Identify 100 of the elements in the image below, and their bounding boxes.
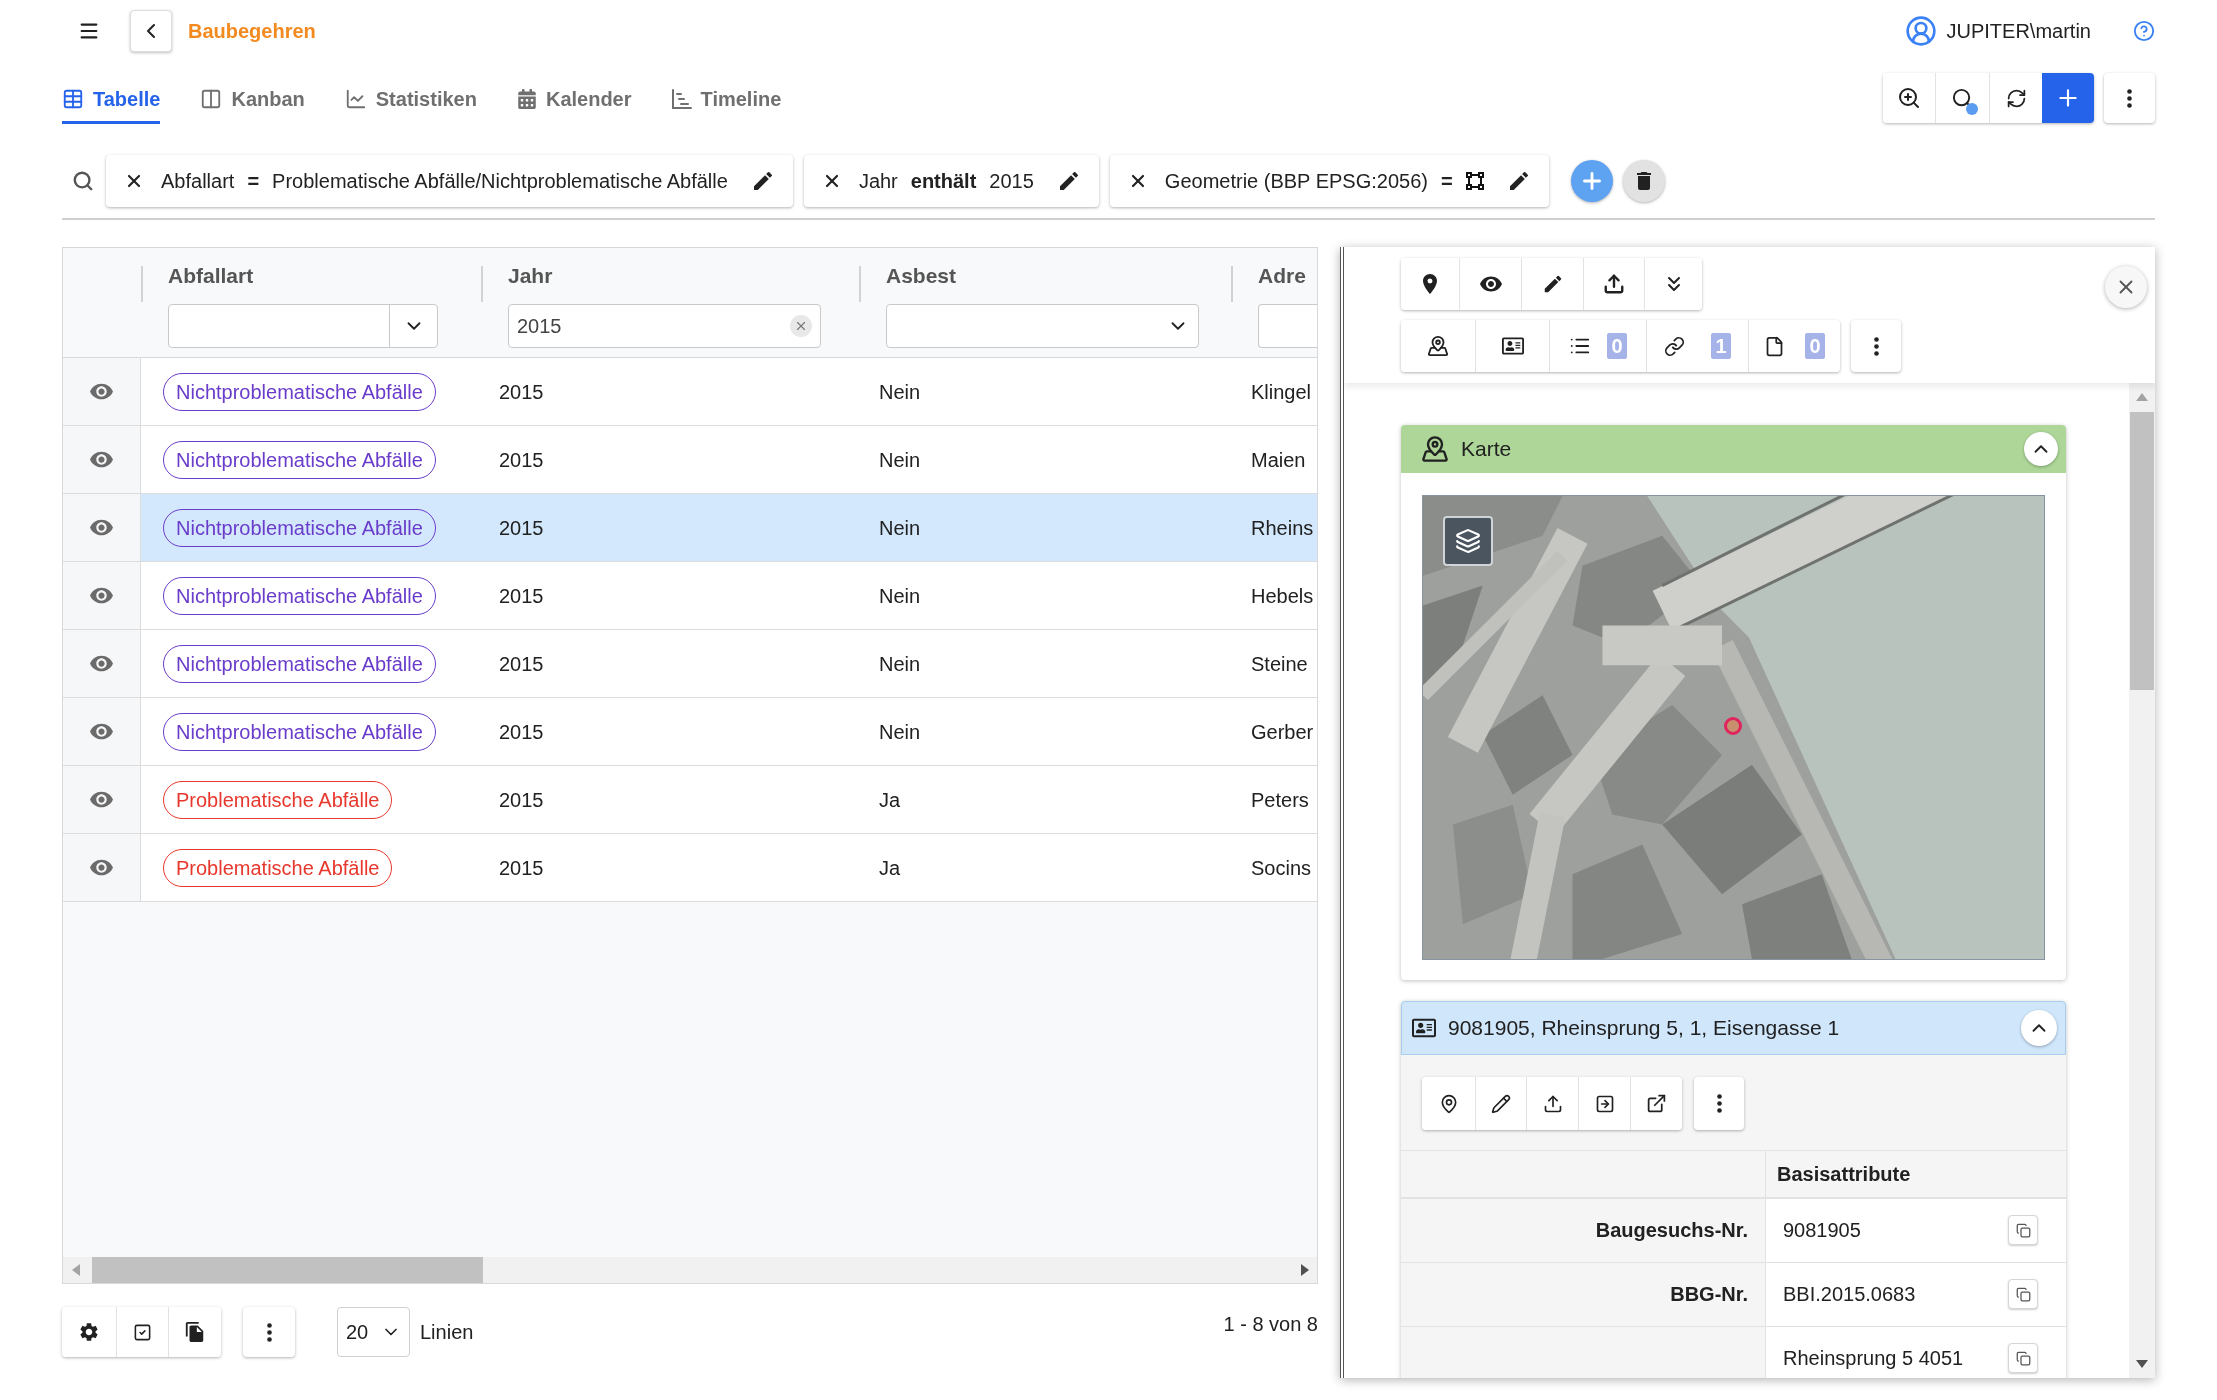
- column-header: Asbest: [886, 263, 958, 289]
- column-filter-field[interactable]: 2015: [508, 304, 821, 348]
- upload-icon: [1542, 1093, 1563, 1114]
- locate-button[interactable]: [1401, 258, 1459, 310]
- link-icon: [1664, 335, 1685, 357]
- table-row[interactable]: Nichtproblematische Abfälle 2015 Nein Gerber: [63, 698, 1317, 766]
- menu-button[interactable]: [78, 20, 100, 42]
- filter-operator: enthält: [910, 169, 977, 194]
- map-tab-button[interactable]: [1401, 320, 1475, 372]
- copy-icon: [2015, 1286, 2031, 1302]
- attribute-label: Baugesuchs-Nr.: [1595, 1218, 1748, 1243]
- table-cell-text: Nein: [879, 719, 921, 745]
- export-button[interactable]: [1526, 1077, 1578, 1130]
- table-row[interactable]: Nichtproblematische Abfälle 2015 Nein Maien: [63, 426, 1317, 494]
- view-tab[interactable]: Timeline: [671, 76, 782, 124]
- filter-operator: =: [1440, 169, 1453, 194]
- collapse-button[interactable]: [2021, 1010, 2057, 1046]
- refresh-icon: [2005, 87, 2027, 109]
- attribute-value: 9081905: [1783, 1218, 1861, 1242]
- view-tab[interactable]: Kalender: [516, 76, 632, 124]
- card-title: Karte: [1461, 436, 1512, 463]
- table-cell-text: Nein: [879, 583, 921, 609]
- view-tab[interactable]: Kanban: [200, 76, 305, 124]
- locate-button[interactable]: [1422, 1077, 1475, 1130]
- search-button[interactable]: [1935, 73, 1989, 123]
- more-button[interactable]: [1694, 1077, 1744, 1130]
- clear-button[interactable]: [790, 315, 812, 337]
- view-button[interactable]: [1459, 258, 1521, 310]
- map-icon: [1421, 435, 1449, 463]
- filter-field: Geometrie (BBP EPSG:2056): [1164, 166, 1428, 196]
- table-row[interactable]: Problematische Abfälle 2015 Ja Peters: [63, 766, 1317, 834]
- table-row[interactable]: Problematische Abfälle 2015 Ja Socins: [63, 834, 1317, 902]
- table-cell-text: Socins: [1251, 855, 1312, 881]
- table-cell-text: 2015: [499, 787, 544, 813]
- column-filter-field[interactable]: [1258, 304, 1317, 348]
- more-button[interactable]: [243, 1307, 295, 1357]
- settings-button[interactable]: [62, 1307, 116, 1357]
- more-icon: [1716, 1094, 1722, 1113]
- pagination-range: 1 - 8 von 8: [1223, 1312, 1318, 1337]
- back-button[interactable]: [130, 10, 172, 52]
- pencil-icon: [1491, 1093, 1511, 1114]
- attribute-value: BBI.2015.0683: [1783, 1282, 1916, 1306]
- export-button[interactable]: [1583, 258, 1644, 310]
- table-row[interactable]: Nichtproblematische Abfälle 2015 Nein Rheins: [63, 494, 1317, 562]
- more-button[interactable]: [2104, 73, 2155, 123]
- table-cell-text: Rheins: [1251, 515, 1314, 541]
- record-tab-button[interactable]: [1475, 320, 1549, 372]
- table-cell-text: Nein: [879, 515, 921, 541]
- table-cell-text: Nein: [879, 379, 921, 405]
- layers-button[interactable]: [1443, 516, 1493, 566]
- page-size-label: Linien: [420, 1320, 474, 1345]
- view-tab[interactable]: Statistiken: [344, 76, 477, 124]
- timeline-icon: [671, 88, 692, 109]
- search-icon: [72, 170, 94, 192]
- scrollbar-thumb[interactable]: [92, 1257, 483, 1283]
- zoom-in-button[interactable]: [1883, 73, 1935, 123]
- more-button[interactable]: [1851, 320, 1901, 372]
- view-tab[interactable]: Tabelle: [62, 76, 161, 124]
- collapse-button[interactable]: [2024, 432, 2058, 466]
- scrollbar-thumb[interactable]: [2130, 412, 2154, 690]
- scroll-down-icon[interactable]: [2136, 1360, 2148, 1368]
- move-button[interactable]: [1578, 1077, 1630, 1130]
- filter-value: 2015: [989, 169, 1034, 194]
- table-cell-text: 2015: [499, 583, 544, 609]
- table-cell-text: Peters: [1251, 787, 1309, 813]
- delete-filters-button[interactable]: [1622, 160, 1665, 202]
- more-icon: [1873, 336, 1879, 356]
- external-link-icon: [1646, 1093, 1667, 1114]
- edit-button[interactable]: [1521, 258, 1583, 310]
- attribute-label: BBG-Nr.: [1670, 1282, 1748, 1307]
- checkbox-icon: [133, 1322, 152, 1342]
- table-cell-text: Ja: [879, 787, 901, 813]
- table-row[interactable]: Nichtproblematische Abfälle 2015 Nein Hebels: [63, 562, 1317, 630]
- table-row[interactable]: Nichtproblematische Abfälle 2015 Nein Steine: [63, 630, 1317, 698]
- gear-icon: [78, 1321, 100, 1343]
- scroll-right-icon[interactable]: [1301, 1264, 1309, 1276]
- open-external-button[interactable]: [1630, 1077, 1682, 1130]
- expand-all-button[interactable]: [1644, 258, 1702, 310]
- page-size-select[interactable]: 20: [337, 1307, 410, 1357]
- column-header: Adre: [1258, 263, 1307, 289]
- add-button[interactable]: [2042, 73, 2094, 123]
- count-badge: 0: [1607, 333, 1627, 359]
- copy-button[interactable]: [168, 1307, 221, 1357]
- layers-icon: [1455, 528, 1481, 554]
- table-row[interactable]: Nichtproblematische Abfälle 2015 Nein Klingel: [63, 358, 1317, 426]
- close-button[interactable]: [2105, 266, 2147, 308]
- line-chart-icon: [344, 87, 367, 110]
- help-icon[interactable]: [2133, 20, 2155, 42]
- more-icon: [266, 1322, 272, 1342]
- zoom-in-icon: [1897, 86, 1921, 110]
- id-card-icon: [1501, 335, 1524, 357]
- refresh-button[interactable]: [1989, 73, 2042, 123]
- add-filter-button[interactable]: [1570, 160, 1613, 202]
- arrow-right-square-icon: [1594, 1093, 1615, 1114]
- edit-button[interactable]: [1475, 1077, 1526, 1130]
- count-badge: 1: [1711, 333, 1731, 359]
- select-button[interactable]: [116, 1307, 168, 1357]
- table-cell-text: Steine: [1251, 651, 1308, 677]
- filter-field: Jahr: [858, 166, 898, 196]
- user-name[interactable]: JUPITER\martin: [1946, 16, 2091, 46]
